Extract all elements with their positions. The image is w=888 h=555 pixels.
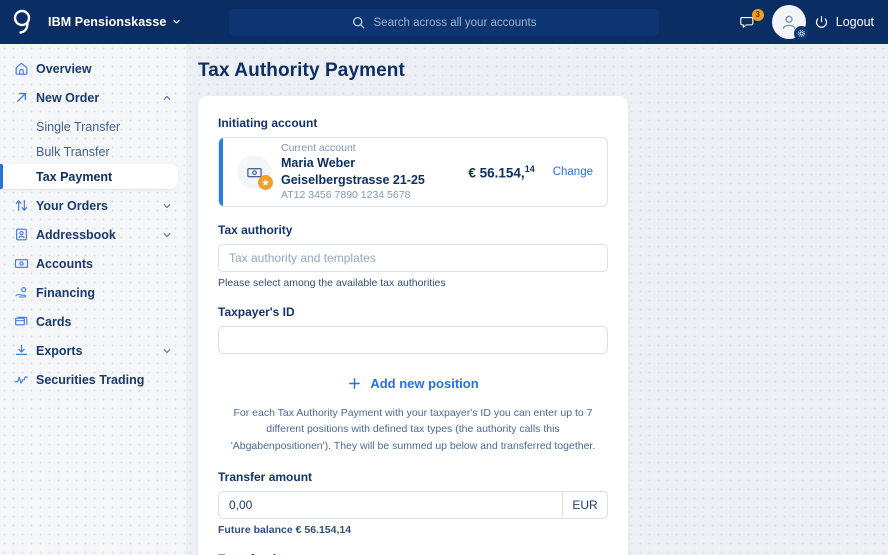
org-name: IBM Pensionskasse [48,15,167,29]
top-bar-actions: 3 Logout [732,0,888,44]
chevron-down-icon [163,203,171,208]
add-new-position-button[interactable]: Add new position [218,376,608,391]
contact-card-icon [14,227,36,242]
account-balance-cents: 14 [524,163,535,174]
sidebar-item-overview[interactable]: Overview [0,56,186,81]
sidebar-item-label: Securities Trading [36,372,145,387]
power-icon [815,15,827,28]
hand-coin-icon [14,285,36,300]
arrow-up-right-icon [14,90,36,105]
transfer-amount-input[interactable] [218,490,562,519]
sidebar-item-label: Accounts [36,256,93,271]
sidebar-item-cards[interactable]: Cards [0,309,186,334]
transfer-amount-row: EUR [218,490,608,519]
account-balance-main: € 56.154, [468,165,525,181]
initiating-account-label: Initiating account [218,116,318,130]
gear-icon [797,29,805,38]
account-address: Geiselbergstrasse 21-25 [281,172,425,187]
brand-q-logo [13,9,31,34]
home-icon [14,61,36,76]
transfer-amount-section: Transfer amount EUR Future balance € 56.… [218,470,608,536]
account-holder-name: Maria Weber [281,156,356,171]
initiating-account-card[interactable]: Current account Maria Weber Geiselbergst… [218,137,608,207]
page-title: Tax Authority Payment [198,60,405,81]
chevron-up-icon [163,95,171,100]
sidebar-item-bulk-transfer[interactable]: Bulk Transfer [0,139,186,164]
banknote-icon [14,256,36,271]
chevron-down-icon [163,232,171,237]
tax-authority-label: Tax authority [218,223,293,237]
sidebar-item-label: Exports [36,343,83,358]
plus-icon [349,378,361,389]
sidebar-item-securities-trading[interactable]: Securities Trading [0,367,186,392]
search-placeholder: Search across all your accounts [373,16,537,29]
add-position-help-text: For each Tax Authority Payment with your… [230,407,596,452]
top-bar: IBM Pensionskasse Search across all your… [0,0,888,44]
chevron-down-icon [173,19,181,24]
account-avatar [237,155,273,190]
transfer-arrows-icon [14,198,36,213]
account-details: Current account Maria Weber Geiselbergst… [281,141,468,202]
search-bar[interactable]: Search across all your accounts [229,9,659,36]
tax-payment-form-card: Initiating account Current account Maria… [198,96,628,555]
logout-button[interactable]: Logout [814,15,888,30]
sidebar-item-label: New Order [36,90,100,105]
sidebar: Overview New Order Single Transfer Bulk … [0,44,186,555]
sidebar-item-label: Overview [36,61,92,76]
taxpayer-id-input[interactable] [218,326,608,354]
chevron-down-icon [163,348,171,353]
pulse-line-icon [14,372,36,387]
change-account-link[interactable]: Change [553,166,593,178]
sidebar-item-your-orders[interactable]: Your Orders [0,193,186,218]
cards-icon [14,314,36,329]
sidebar-subitem-label: Tax Payment [36,169,113,184]
star-badge-icon [258,175,273,190]
sidebar-item-label: Cards [36,314,72,329]
sidebar-subitem-label: Bulk Transfer [36,144,110,159]
currency-label: EUR [562,490,608,519]
brand-logo[interactable] [0,0,44,44]
taxpayer-id-label: Taxpayer's ID [218,305,295,319]
transfer-amount-label: Transfer amount [218,469,313,484]
account-balance: € 56.154,14 [468,164,534,181]
messages-button[interactable]: 3 [732,7,766,37]
tax-authority-input[interactable] [218,244,608,272]
sidebar-item-tax-payment[interactable]: Tax Payment [0,164,178,189]
sidebar-item-label: Addressbook [36,227,116,242]
tax-authority-section: Tax authority Please select among the av… [218,223,608,289]
app-root: IBM Pensionskasse Search across all your… [0,0,888,555]
sidebar-item-financing[interactable]: Financing [0,280,186,305]
sidebar-item-label: Your Orders [36,198,109,213]
download-icon [14,343,36,358]
sidebar-item-accounts[interactable]: Accounts [0,251,186,276]
messages-badge: 3 [751,9,764,21]
account-balance-actions: € 56.154,14 Change [468,164,593,181]
sidebar-item-label: Financing [36,285,96,300]
sidebar-item-addressbook[interactable]: Addressbook [0,222,186,247]
account-type: Current account [281,142,356,155]
future-balance-note: Future balance € 56.154,14 [218,523,352,536]
account-iban: AT12 3456 7890 1234 5678 [281,188,411,201]
sidebar-item-new-order[interactable]: New Order [0,85,186,110]
main-content: Tax Authority Payment Initiating account [186,44,888,555]
tax-authority-hint: Please select among the available tax au… [218,277,446,289]
user-avatar[interactable] [771,5,809,41]
sidebar-item-single-transfer[interactable]: Single Transfer [0,114,186,139]
org-switcher[interactable]: IBM Pensionskasse [44,11,185,33]
search-icon [352,16,364,29]
sidebar-item-exports[interactable]: Exports [0,338,186,363]
avatar-settings-badge[interactable] [793,26,809,41]
logout-label: Logout [835,15,874,29]
sidebar-subitem-label: Single Transfer [36,119,121,134]
taxpayer-id-section: Taxpayer's ID [218,305,608,354]
add-new-position-label: Add new position [370,376,479,391]
